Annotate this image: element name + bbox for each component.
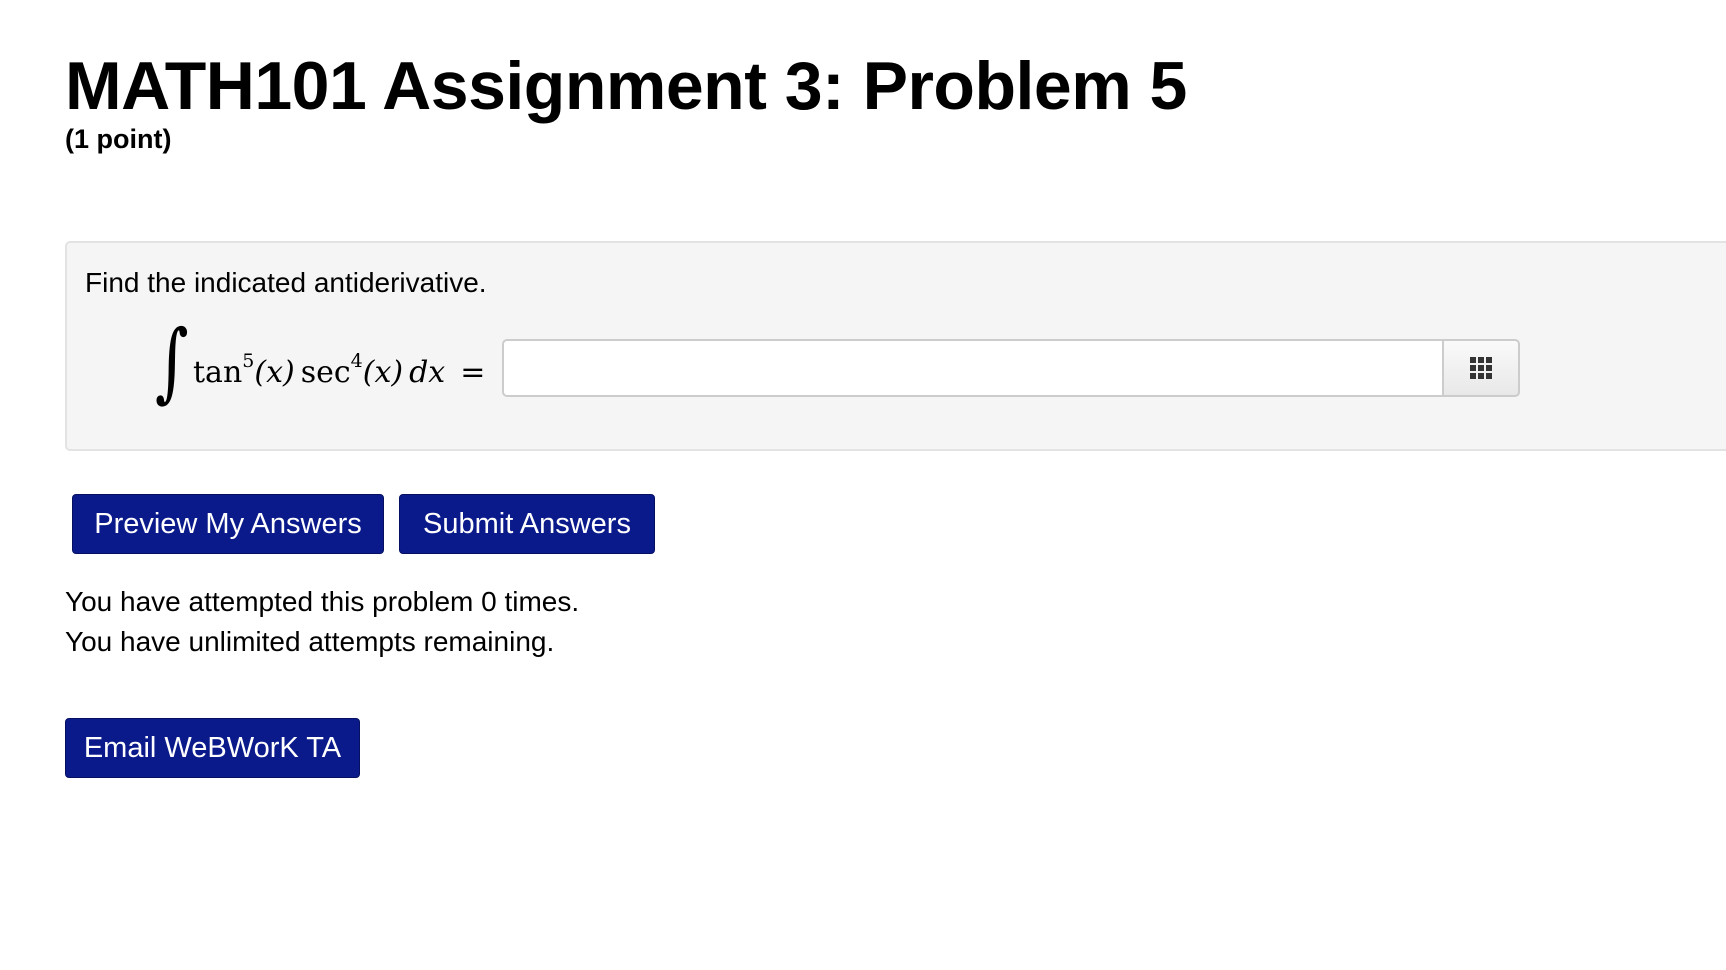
submit-answers-button[interactable]: Submit Answers	[399, 494, 655, 554]
equation-palette-button[interactable]	[1442, 339, 1520, 397]
attempts-info: You have attempted this problem 0 times.…	[65, 582, 579, 662]
differential: dx	[409, 355, 446, 390]
tan-exponent: 5	[242, 350, 255, 372]
tan-argument: (x)	[254, 355, 295, 390]
attempts-remaining-text: You have unlimited attempts remaining.	[65, 626, 555, 657]
integral-sign: ∫	[155, 312, 189, 412]
grid-icon	[1470, 357, 1492, 379]
answer-group	[502, 339, 1520, 397]
points-label: (1 point)	[65, 124, 172, 154]
sec-exponent: 4	[350, 350, 363, 372]
sec-argument: (x)	[362, 355, 404, 390]
problem-panel: Find the indicated antiderivative. ∫ tan…	[65, 241, 1726, 451]
page-title: MATH101 Assignment 3: Problem 5	[65, 48, 1187, 124]
integrand: tan5(x) sec4(x) dx =	[193, 345, 485, 393]
tan-function: tan	[193, 355, 243, 390]
answer-input[interactable]	[502, 339, 1442, 397]
problem-instruction: Find the indicated antiderivative.	[85, 267, 487, 298]
attempts-count-text: You have attempted this problem 0 times.	[65, 586, 580, 617]
sec-function: sec	[300, 355, 351, 390]
equals-sign: =	[460, 355, 486, 390]
preview-answers-button[interactable]: Preview My Answers	[72, 494, 384, 554]
email-ta-button[interactable]: Email WeBWorK TA	[65, 718, 360, 778]
